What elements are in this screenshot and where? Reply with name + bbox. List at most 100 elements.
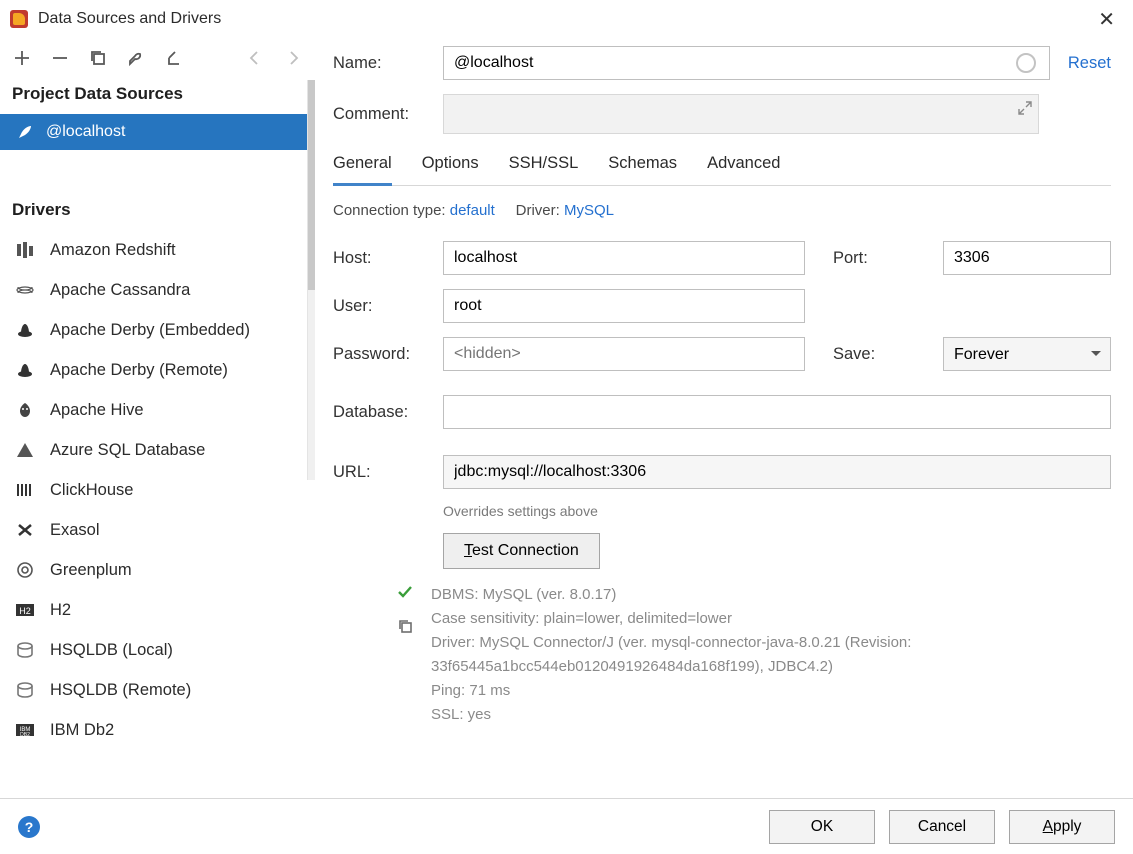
- result-ssl: SSL: yes: [431, 703, 1021, 727]
- comment-input[interactable]: [443, 94, 1039, 134]
- driver-icon: [14, 281, 36, 299]
- tab-options[interactable]: Options: [422, 148, 479, 185]
- sidebar: Project Data Sources @localhost Drivers …: [0, 38, 315, 808]
- ok-button[interactable]: OK: [769, 810, 875, 844]
- driver-icon: [14, 321, 36, 339]
- save-label: Save:: [833, 345, 943, 364]
- user-input[interactable]: [443, 289, 805, 323]
- test-result: DBMS: MySQL (ver. 8.0.17) Case sensitivi…: [393, 583, 1111, 727]
- driver-icon: [14, 401, 36, 419]
- driver-item[interactable]: Apache Derby (Embedded): [0, 310, 315, 350]
- remove-icon[interactable]: [50, 48, 70, 68]
- save-select[interactable]: Forever: [943, 337, 1111, 371]
- svg-text:DB2: DB2: [20, 732, 30, 738]
- host-label: Host:: [333, 249, 443, 268]
- driver-label: Greenplum: [50, 561, 132, 580]
- driver-label: Apache Hive: [50, 401, 144, 420]
- duplicate-icon[interactable]: [88, 48, 108, 68]
- result-driver: Driver: MySQL Connector/J (ver. mysql-co…: [431, 631, 1021, 679]
- help-icon[interactable]: ?: [18, 816, 40, 838]
- driver-item[interactable]: HSQLDB (Local): [0, 630, 315, 670]
- driver-icon: [14, 681, 36, 699]
- drivers-header: Drivers: [0, 186, 315, 230]
- database-label: Database:: [333, 403, 443, 422]
- driver-icon: [14, 561, 36, 579]
- host-input[interactable]: [443, 241, 805, 275]
- wrench-icon[interactable]: [126, 48, 146, 68]
- apply-button[interactable]: Apply: [1009, 810, 1115, 844]
- data-source-label: @localhost: [46, 123, 125, 141]
- window-title: Data Sources and Drivers: [38, 10, 1090, 28]
- titlebar: Data Sources and Drivers ✕: [0, 0, 1133, 38]
- driver-icon: [14, 481, 36, 499]
- password-label: Password:: [333, 345, 443, 364]
- test-connection-button[interactable]: Test Connection: [443, 533, 600, 569]
- url-note: Overrides settings above: [443, 503, 1111, 519]
- tab-general[interactable]: General: [333, 148, 392, 186]
- footer: ? OK Cancel Apply: [0, 798, 1133, 854]
- close-icon[interactable]: ✕: [1090, 7, 1123, 32]
- add-icon[interactable]: [12, 48, 32, 68]
- driver-icon: H2: [14, 601, 36, 619]
- forward-icon[interactable]: [283, 48, 303, 68]
- driver-label: ClickHouse: [50, 481, 133, 500]
- comment-label: Comment:: [333, 105, 443, 124]
- driver-label: HSQLDB (Local): [50, 641, 173, 660]
- driver-link[interactable]: MySQL: [564, 202, 614, 219]
- driver-item[interactable]: HSQLDB (Remote): [0, 670, 315, 710]
- tab-sshssl[interactable]: SSH/SSL: [509, 148, 579, 185]
- revert-icon[interactable]: [164, 48, 184, 68]
- driver-item[interactable]: Greenplum: [0, 550, 315, 590]
- driver-icon: [14, 241, 36, 259]
- reset-link[interactable]: Reset: [1068, 54, 1111, 73]
- result-dbms: DBMS: MySQL (ver. 8.0.17): [431, 583, 1021, 607]
- driver-item[interactable]: ClickHouse: [0, 470, 315, 510]
- driver-item[interactable]: IBMDB2 IBM Db2: [0, 710, 315, 750]
- port-label: Port:: [833, 249, 943, 268]
- connection-type-link[interactable]: default: [450, 202, 495, 219]
- driver-item[interactable]: Amazon Redshift: [0, 230, 315, 270]
- expand-icon[interactable]: [1018, 101, 1032, 118]
- app-icon: [10, 10, 28, 28]
- driver-label: Exasol: [50, 521, 100, 540]
- user-label: User:: [333, 297, 443, 316]
- tab-advanced[interactable]: Advanced: [707, 148, 780, 185]
- database-input[interactable]: [443, 395, 1111, 429]
- driver-item[interactable]: Exasol: [0, 510, 315, 550]
- project-data-sources-header: Project Data Sources: [0, 80, 315, 114]
- driver-icon: [14, 641, 36, 659]
- tabs: General Options SSH/SSL Schemas Advanced: [333, 148, 1111, 186]
- copy-icon[interactable]: [397, 618, 413, 637]
- driver-label: IBM Db2: [50, 721, 114, 740]
- driver-item[interactable]: Apache Hive: [0, 390, 315, 430]
- driver-item[interactable]: Apache Cassandra: [0, 270, 315, 310]
- driver-icon: IBMDB2: [14, 721, 36, 739]
- driver-label: HSQLDB (Remote): [50, 681, 191, 700]
- driver-icon: [14, 361, 36, 379]
- password-input[interactable]: [443, 337, 805, 371]
- driver-icon: [14, 521, 36, 539]
- tab-schemas[interactable]: Schemas: [608, 148, 677, 185]
- driver-label: Apache Derby (Remote): [50, 361, 228, 380]
- back-icon[interactable]: [245, 48, 265, 68]
- sidebar-scrollbar[interactable]: [307, 80, 315, 480]
- driver-label: H2: [50, 601, 71, 620]
- url-input[interactable]: [443, 455, 1111, 489]
- driver-item[interactable]: Apache Derby (Remote): [0, 350, 315, 390]
- data-source-item[interactable]: @localhost: [0, 114, 315, 150]
- port-input[interactable]: [943, 241, 1111, 275]
- url-label: URL:: [333, 463, 443, 482]
- connection-meta: Connection type: default Driver: MySQL: [333, 202, 1111, 219]
- driver-label: Apache Cassandra: [50, 281, 190, 300]
- name-input[interactable]: [443, 46, 1050, 80]
- result-ping: Ping: 71 ms: [431, 679, 1021, 703]
- driver-item[interactable]: Azure SQL Database: [0, 430, 315, 470]
- driver-label: Apache Derby (Embedded): [50, 321, 250, 340]
- driver-label: Azure SQL Database: [50, 441, 205, 460]
- cancel-button[interactable]: Cancel: [889, 810, 995, 844]
- feather-icon: [16, 124, 34, 140]
- driver-icon: [14, 441, 36, 459]
- sidebar-toolbar: [0, 38, 315, 80]
- driver-item[interactable]: H2 H2: [0, 590, 315, 630]
- content-panel: Name: Reset Comment: General Options SSH…: [315, 38, 1133, 808]
